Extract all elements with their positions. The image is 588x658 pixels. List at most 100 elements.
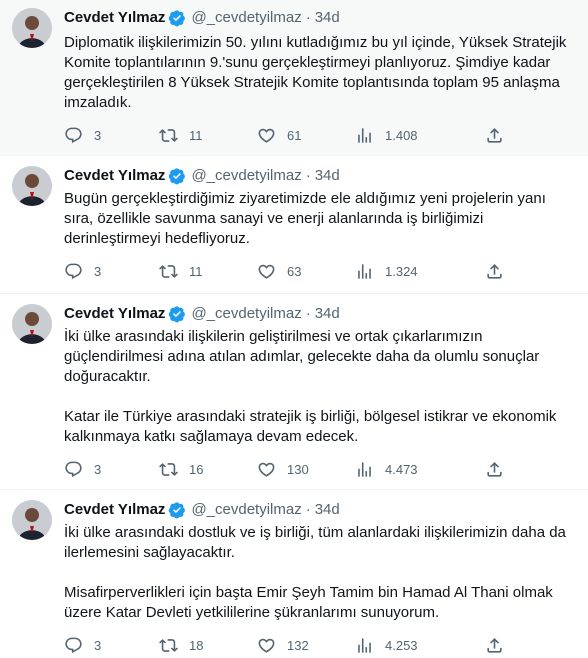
like-count: 61: [287, 127, 302, 143]
retweet-button[interactable]: 11: [159, 262, 257, 281]
share-icon: [487, 637, 502, 653]
tweet[interactable]: Cevdet Yılmaz @_cevdetyilmaz · 34d İki ü…: [0, 294, 588, 490]
avatar[interactable]: [12, 500, 52, 540]
tweet[interactable]: Cevdet Yılmaz @_cevdetyilmaz · 34d Diplo…: [0, 0, 588, 156]
author-name[interactable]: Cevdet Yılmaz: [64, 304, 165, 324]
reply-button[interactable]: 3: [64, 262, 159, 281]
tweet-header: Cevdet Yılmaz @_cevdetyilmaz · 34d: [64, 294, 576, 324]
reply-icon: [65, 263, 82, 279]
tweet-paragraph: Diplomatik ilişkilerimizin 50. yılını ku…: [64, 34, 567, 111]
reply-button[interactable]: 3: [64, 126, 159, 145]
tweet-actions: 3 11 63 1.324: [64, 261, 576, 281]
heart-icon: [258, 264, 275, 279]
retweet-button[interactable]: 18: [159, 636, 257, 655]
retweet-icon: [159, 128, 178, 142]
tweet-header: Cevdet Yılmaz @_cevdetyilmaz · 34d: [64, 0, 576, 28]
verified-badge-icon: [168, 501, 186, 519]
avatar[interactable]: [12, 304, 52, 344]
verified-badge-icon: [168, 9, 186, 27]
retweet-icon: [159, 638, 178, 652]
retweet-icon: [159, 462, 178, 476]
tweet-paragraph: Misafirperverlikleri için başta Emir Şey…: [64, 584, 553, 621]
timestamp[interactable]: 34d: [315, 500, 340, 520]
retweet-button[interactable]: 11: [159, 126, 257, 145]
views-button[interactable]: 4.473: [355, 460, 485, 479]
view-count: 1.324: [385, 263, 418, 279]
verified-badge-icon: [168, 167, 186, 185]
timestamp[interactable]: 34d: [315, 304, 340, 324]
views-button[interactable]: 1.324: [355, 262, 485, 281]
tweet-text: İki ülke arasındaki dostluk ve iş birliğ…: [64, 520, 576, 623]
author-name[interactable]: Cevdet Yılmaz: [64, 500, 165, 520]
author-handle[interactable]: @_cevdetyilmaz: [191, 500, 301, 520]
author-handle[interactable]: @_cevdetyilmaz: [191, 8, 301, 28]
like-button[interactable]: 130: [257, 460, 355, 479]
reply-count: 3: [94, 637, 102, 653]
author-name[interactable]: Cevdet Yılmaz: [64, 166, 165, 186]
tweet-actions: 3 16 130 4.473: [64, 459, 576, 479]
tweet-text: İki ülke arasındaki ilişkilerin geliştir…: [64, 324, 576, 447]
analytics-icon: [358, 263, 371, 279]
share-icon: [487, 461, 502, 477]
like-button[interactable]: 132: [257, 636, 355, 655]
reply-button[interactable]: 3: [64, 636, 159, 655]
reply-count: 3: [94, 263, 102, 279]
timestamp[interactable]: 34d: [315, 166, 340, 186]
heart-icon: [258, 638, 275, 653]
reply-count: 3: [94, 461, 102, 477]
heart-icon: [258, 462, 275, 477]
reply-count: 3: [94, 127, 102, 143]
reply-icon: [65, 127, 82, 143]
tweet[interactable]: Cevdet Yılmaz @_cevdetyilmaz · 34d İki ü…: [0, 490, 588, 658]
tweet[interactable]: Cevdet Yılmaz @_cevdetyilmaz · 34d Bugün…: [0, 156, 588, 294]
tweet-feed: Cevdet Yılmaz @_cevdetyilmaz · 34d Diplo…: [0, 0, 588, 658]
tweet-header: Cevdet Yılmaz @_cevdetyilmaz · 34d: [64, 156, 576, 186]
avatar[interactable]: [12, 8, 52, 48]
like-button[interactable]: 61: [257, 126, 355, 145]
retweet-button[interactable]: 16: [159, 460, 257, 479]
tweet-actions: 3 18 132 4.253: [64, 635, 576, 655]
share-icon: [487, 127, 502, 143]
tweet-actions: 3 11 61 1.408: [64, 125, 576, 145]
tweet-paragraph: İki ülke arasındaki ilişkilerin geliştir…: [64, 328, 540, 385]
share-button[interactable]: [485, 460, 504, 479]
avatar[interactable]: [12, 166, 52, 206]
views-button[interactable]: 4.253: [355, 636, 485, 655]
verified-badge-icon: [168, 305, 186, 323]
separator-dot: ·: [305, 167, 311, 184]
share-button[interactable]: [485, 126, 504, 145]
reply-icon: [65, 637, 82, 653]
tweet-text: Bugün gerçekleştirdiğimiz ziyaretimizde …: [64, 186, 576, 249]
view-count: 1.408: [385, 127, 418, 143]
tweet-text: Diplomatik ilişkilerimizin 50. yılını ku…: [64, 28, 576, 113]
tweet-paragraph: Katar ile Türkiye arasındaki stratejik i…: [64, 408, 557, 445]
reply-icon: [65, 461, 82, 477]
timestamp[interactable]: 34d: [315, 8, 340, 28]
author-handle[interactable]: @_cevdetyilmaz: [191, 304, 301, 324]
retweet-count: 16: [189, 461, 204, 477]
share-icon: [487, 263, 502, 279]
author-handle[interactable]: @_cevdetyilmaz: [191, 166, 301, 186]
separator-dot: ·: [305, 305, 311, 322]
analytics-icon: [358, 127, 371, 143]
share-button[interactable]: [485, 262, 504, 281]
author-name[interactable]: Cevdet Yılmaz: [64, 8, 165, 28]
like-count: 63: [287, 263, 302, 279]
retweet-count: 11: [189, 263, 203, 279]
like-count: 132: [287, 637, 309, 653]
separator-dot: ·: [305, 501, 311, 518]
analytics-icon: [358, 637, 371, 653]
retweet-count: 18: [189, 637, 204, 653]
view-count: 4.473: [385, 461, 418, 477]
tweet-header: Cevdet Yılmaz @_cevdetyilmaz · 34d: [64, 490, 576, 520]
separator-dot: ·: [305, 9, 311, 26]
tweet-paragraph: İki ülke arasındaki dostluk ve iş birliğ…: [64, 524, 566, 561]
retweet-count: 11: [189, 127, 203, 143]
share-button[interactable]: [485, 636, 504, 655]
retweet-icon: [159, 264, 178, 278]
views-button[interactable]: 1.408: [355, 126, 485, 145]
like-count: 130: [287, 461, 309, 477]
tweet-paragraph: Bugün gerçekleştirdiğimiz ziyaretimizde …: [64, 190, 546, 247]
reply-button[interactable]: 3: [64, 460, 159, 479]
like-button[interactable]: 63: [257, 262, 355, 281]
